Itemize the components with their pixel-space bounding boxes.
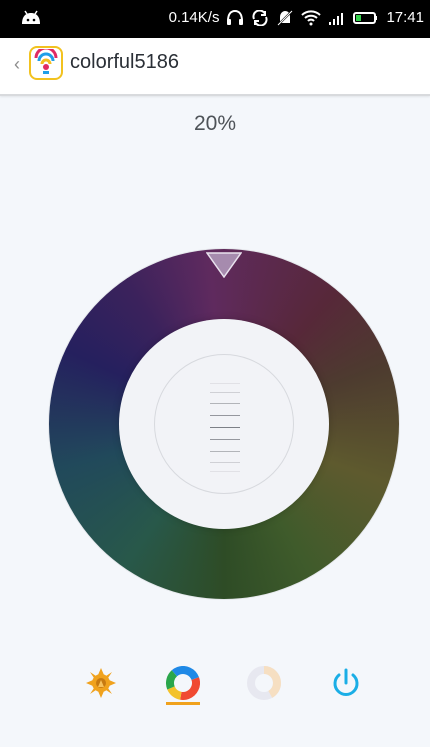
device-name-title: colorful5186 (70, 51, 179, 73)
color-selector-marker[interactable] (205, 252, 243, 279)
sun-mode-button[interactable] (84, 667, 118, 704)
notification-off-icon (276, 9, 294, 26)
battery-icon (353, 10, 379, 26)
color-mode-button[interactable] (166, 665, 200, 705)
status-icons: 0.14K/s 17:41 (169, 9, 424, 26)
active-tab-indicator (166, 702, 200, 705)
color-wheel[interactable] (49, 249, 399, 599)
wifi-icon (301, 9, 322, 26)
power-button[interactable] (329, 668, 363, 702)
network-speed: 0.14K/s (168, 9, 220, 26)
brightness-percentage: 20% (193, 112, 237, 135)
back-button[interactable]: ‹ (14, 54, 20, 75)
ring-icon (247, 665, 281, 705)
android-robot-icon (20, 9, 42, 32)
sun-icon (85, 667, 117, 704)
status-bar: 0.14K/s 17:41 (0, 0, 430, 38)
white-mode-button[interactable] (247, 665, 281, 705)
brightness-dial[interactable] (154, 354, 294, 494)
bottom-control-bar (0, 660, 430, 720)
clock: 17:41 (386, 9, 424, 26)
headphones-icon (226, 9, 244, 26)
dial-lines (210, 383, 240, 472)
power-icon (329, 666, 363, 705)
app-bar: ‹ colorful5186 (0, 38, 430, 96)
sync-icon (251, 9, 269, 26)
app-icon (29, 46, 63, 80)
signal-icon (328, 10, 346, 26)
color-wheel-icon (166, 665, 200, 705)
color-wheel-center (119, 319, 329, 529)
